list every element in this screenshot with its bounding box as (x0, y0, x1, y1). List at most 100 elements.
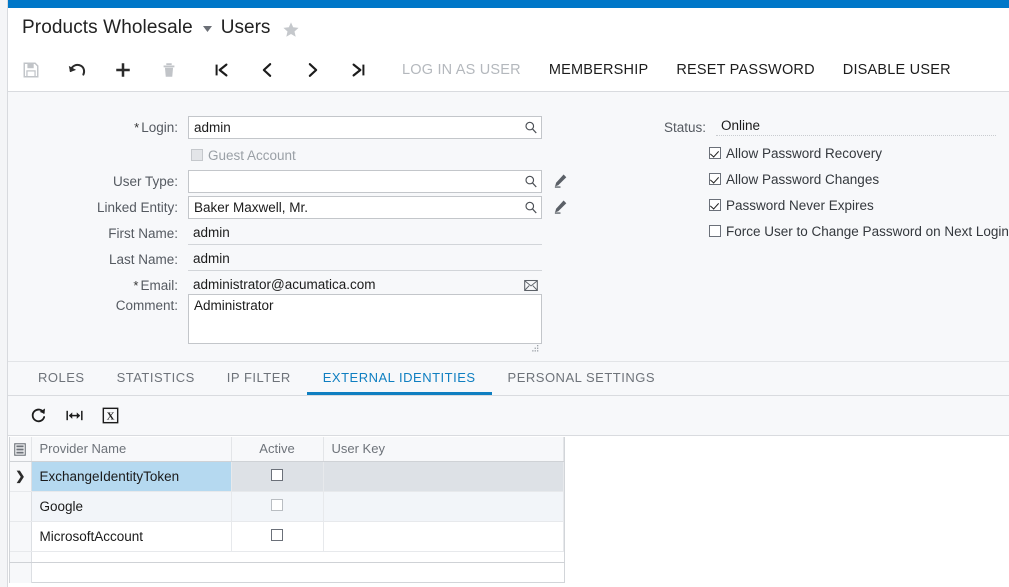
search-icon[interactable] (523, 200, 538, 215)
field-row-guest-account: Guest Account (8, 142, 570, 168)
add-icon[interactable] (100, 48, 146, 92)
envelope-icon[interactable] (523, 278, 538, 293)
tab-statistics[interactable]: STATISTICS (101, 362, 211, 395)
fit-to-screen-icon[interactable] (56, 397, 92, 435)
allow-password-changes-label: Allow Password Changes (726, 171, 880, 187)
cell-provider-name[interactable]: ExchangeIdentityToken (31, 461, 232, 492)
field-row-force-password-change: Force User to Change Password on Next Lo… (576, 218, 1009, 244)
tab-personal-settings[interactable]: PERSONAL SETTINGS (492, 362, 671, 395)
cell-user-key[interactable] (323, 461, 564, 492)
undo-icon[interactable] (54, 48, 100, 92)
row-selector[interactable] (10, 521, 32, 552)
breadcrumb-module[interactable]: Products Wholesale (22, 17, 193, 39)
cell-active[interactable] (231, 461, 324, 492)
user-type-input[interactable] (188, 169, 542, 193)
column-header-provider-name[interactable]: Provider Name (31, 437, 232, 462)
login-input[interactable] (188, 115, 542, 139)
delete-icon[interactable] (146, 48, 192, 92)
table-row[interactable]: MicrosoftAccount (10, 521, 564, 552)
next-record-icon[interactable] (290, 48, 336, 92)
search-icon[interactable] (523, 174, 538, 189)
edit-pencil-icon[interactable] (552, 199, 568, 215)
filler-cell (31, 551, 231, 583)
search-icon[interactable] (523, 120, 538, 135)
save-icon[interactable] (8, 48, 54, 92)
grid-bottom-border (9, 562, 565, 563)
cell-active[interactable] (231, 521, 324, 552)
allow-password-recovery-checkbox[interactable] (709, 147, 721, 159)
page-title: Users (220, 16, 271, 38)
first-record-icon[interactable] (198, 48, 244, 92)
tab-bar: ROLES STATISTICS IP FILTER EXTERNAL IDEN… (8, 362, 1009, 396)
linked-entity-label: Linked Entity: (96, 199, 178, 215)
cell-active[interactable] (231, 491, 324, 522)
column-header-user-key[interactable]: User Key (323, 437, 564, 462)
login-label: * Login: (134, 119, 178, 135)
acumatica-users-screen: Products Wholesale Users LOG IN AS USER … (0, 0, 1009, 587)
linked-entity-input[interactable] (188, 195, 542, 219)
password-never-expires-checkbox[interactable] (709, 199, 721, 211)
filler-selector (10, 551, 32, 583)
email-label: * Email: (133, 277, 178, 293)
guest-account-checkbox[interactable] (191, 149, 203, 161)
field-row-user-type: User Type: (8, 168, 570, 194)
main-toolbar: LOG IN AS USER MEMBERSHIP RESET PASSWORD… (8, 48, 1009, 92)
form-right-column: Status: Online Allow Password Recovery A… (576, 92, 1009, 361)
guest-account-label: Guest Account (208, 147, 296, 163)
first-name-input[interactable] (188, 221, 542, 245)
grid-toolbar: X (8, 396, 1009, 436)
page-title-bar: Products Wholesale Users (8, 8, 1009, 48)
field-row-password-never-expires: Password Never Expires (576, 192, 1009, 218)
field-row-linked-entity: Linked Entity: (8, 194, 570, 220)
star-icon[interactable] (282, 21, 300, 39)
field-row-first-name: First Name: (8, 220, 570, 246)
cell-provider-name[interactable]: MicrosoftAccount (31, 521, 232, 552)
grid-header-row: Provider Name Active User Key (10, 437, 564, 462)
field-row-status: Status: Online (576, 114, 1009, 140)
column-header-active[interactable]: Active (231, 437, 324, 462)
export-to-excel-icon[interactable]: X (92, 397, 128, 435)
tab-external-identities[interactable]: EXTERNAL IDENTITIES (306, 362, 492, 395)
status-label: Status: (663, 119, 706, 135)
reset-password-button[interactable]: RESET PASSWORD (662, 48, 828, 92)
previous-record-icon[interactable] (244, 48, 290, 92)
comment-textarea[interactable] (188, 294, 542, 344)
top-accent-bar (8, 0, 1009, 8)
active-checkbox[interactable] (271, 528, 283, 541)
last-record-icon[interactable] (336, 48, 382, 92)
allow-password-changes-checkbox[interactable] (709, 173, 721, 185)
password-never-expires-label: Password Never Expires (726, 197, 874, 213)
table-row[interactable]: Google (10, 491, 564, 522)
last-name-label: Last Name: (108, 251, 178, 267)
field-row-allow-password-changes: Allow Password Changes (576, 166, 1009, 192)
active-checkbox[interactable] (271, 468, 283, 481)
grid-empty-filler (10, 551, 564, 583)
filler-cell (323, 551, 564, 583)
tab-roles[interactable]: ROLES (22, 362, 101, 395)
log-in-as-user-button[interactable]: LOG IN AS USER (388, 48, 535, 92)
field-row-last-name: Last Name: (8, 246, 570, 272)
form-left-column: *Login: Guest Account User Type: (8, 92, 570, 361)
cell-user-key[interactable] (323, 521, 564, 552)
active-checkbox[interactable] (271, 498, 283, 511)
table-row[interactable]: ❯ ExchangeIdentityToken (10, 461, 564, 492)
force-password-change-checkbox[interactable] (709, 225, 721, 237)
disable-user-button[interactable]: DISABLE USER (829, 48, 965, 92)
membership-button[interactable]: MEMBERSHIP (535, 48, 663, 92)
tab-ip-filter[interactable]: IP FILTER (211, 362, 307, 395)
row-selector[interactable]: ❯ (10, 461, 32, 492)
field-row-comment: Comment: (8, 292, 570, 354)
edit-pencil-icon[interactable] (552, 173, 568, 189)
chevron-down-icon[interactable] (202, 24, 212, 35)
row-selector[interactable] (10, 491, 32, 522)
cell-provider-name[interactable]: Google (31, 491, 232, 522)
refresh-icon[interactable] (20, 397, 56, 435)
required-marker: * (133, 277, 139, 293)
cell-user-key[interactable] (323, 491, 564, 522)
svg-text:X: X (106, 411, 114, 423)
grid-settings-icon[interactable] (10, 437, 32, 462)
user-form: *Login: Guest Account User Type: (8, 92, 1009, 362)
field-row-allow-password-recovery: Allow Password Recovery (576, 140, 1009, 166)
last-name-input[interactable] (188, 247, 542, 271)
field-row-login: * Login: (8, 114, 570, 140)
